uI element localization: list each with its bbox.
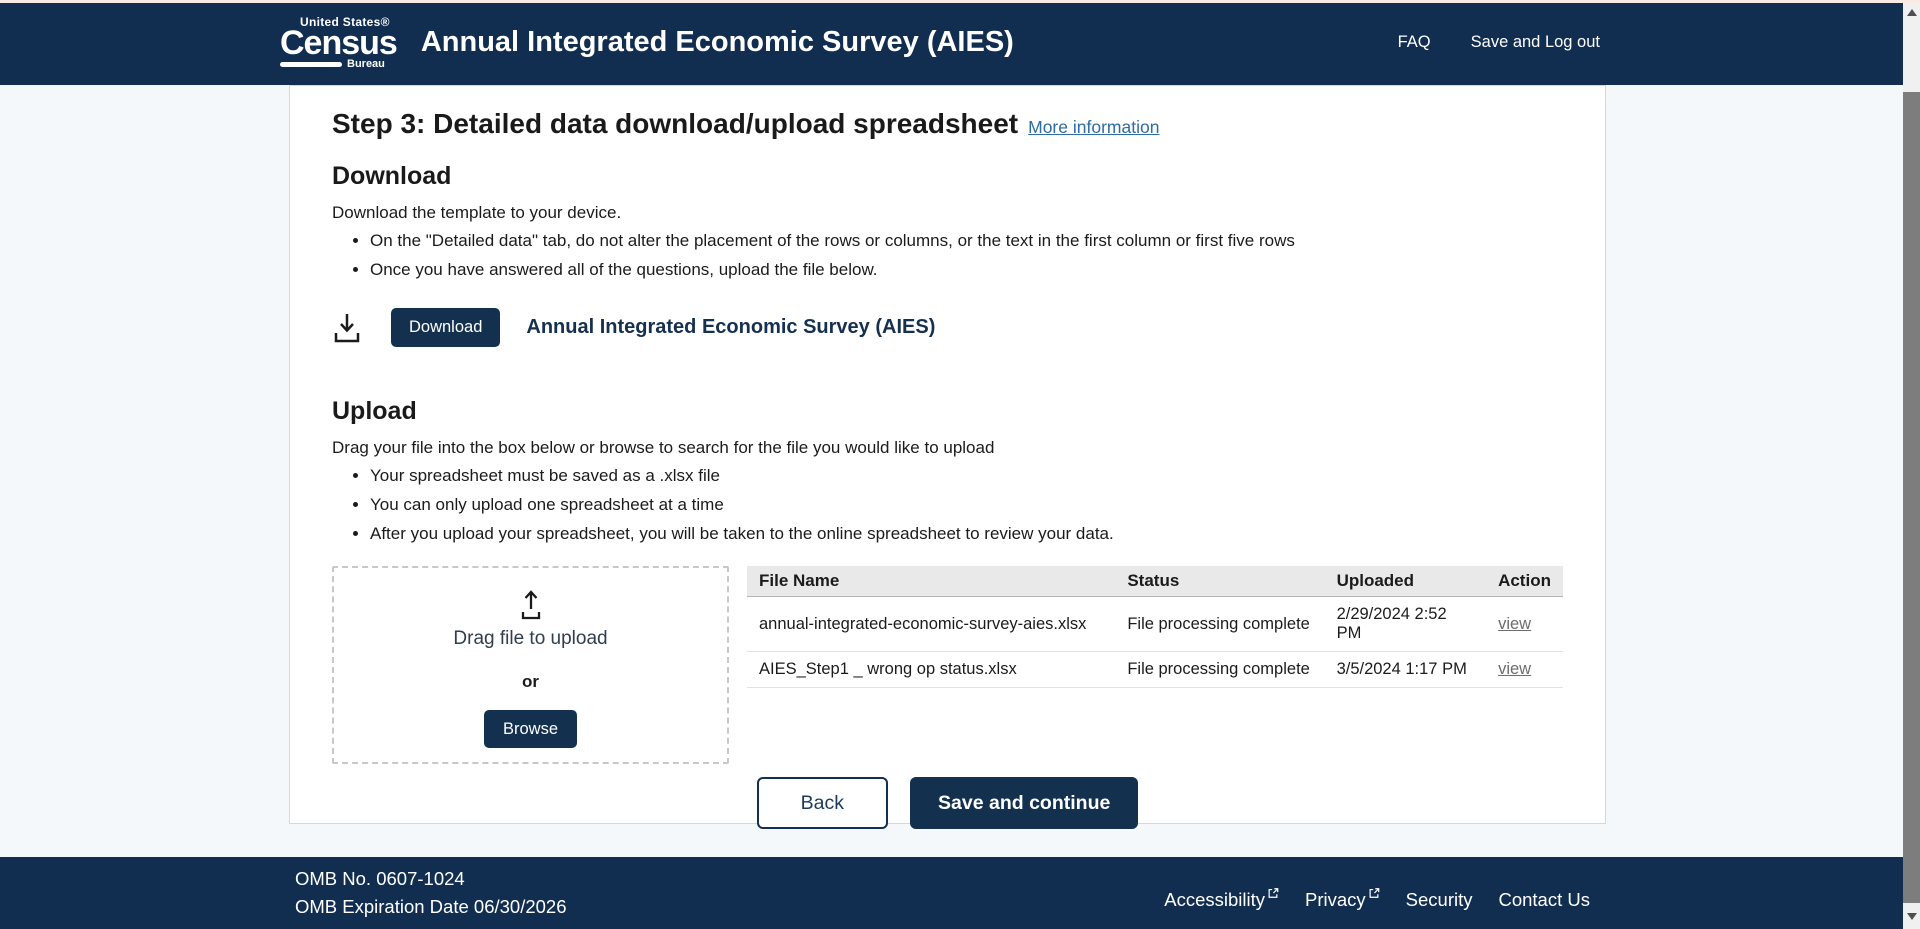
logo-sub-text: Bureau (347, 59, 385, 70)
download-intro: Download the template to your device. (332, 203, 1563, 223)
scroll-up-button[interactable] (1903, 4, 1920, 21)
col-header-action: Action (1486, 566, 1563, 597)
col-header-file-name: File Name (747, 566, 1115, 597)
download-file-label: Annual Integrated Economic Survey (AIES) (526, 316, 935, 339)
cell-uploaded: 3/5/2024 1:17 PM (1325, 652, 1487, 688)
scrollbar[interactable] (1903, 0, 1920, 929)
app-header: United States® Census Bureau Annual Inte… (0, 0, 1903, 85)
upload-icon (516, 588, 546, 622)
external-link-icon (1267, 887, 1279, 899)
or-label: or (522, 672, 539, 692)
arrow-up-icon (1907, 9, 1917, 16)
table-row: annual-integrated-economic-survey-aies.x… (747, 597, 1563, 652)
download-heading: Download (332, 162, 1563, 191)
logo-bar (280, 62, 342, 67)
download-button[interactable]: Download (391, 308, 500, 347)
omb-expiration-date: OMB Expiration Date 06/30/2026 (295, 893, 567, 921)
uploaded-files-table-wrap: File Name Status Uploaded Action annual-… (747, 566, 1563, 764)
security-label: Security (1406, 889, 1473, 911)
census-logo[interactable]: United States® Census Bureau (280, 16, 397, 70)
back-button[interactable]: Back (757, 777, 888, 829)
cell-file-name: AIES_Step1 _ wrong op status.xlsx (747, 652, 1115, 688)
page-title: Step 3: Detailed data download/upload sp… (332, 108, 1018, 140)
content-card: Step 3: Detailed data download/upload sp… (289, 85, 1606, 824)
external-link-icon (1368, 887, 1380, 899)
scrollbar-thumb[interactable] (1903, 92, 1920, 903)
download-bullet: On the "Detailed data" tab, do not alter… (370, 229, 1563, 254)
upload-bullet: Your spreadsheet must be saved as a .xls… (370, 464, 1563, 489)
logo-main-text: Census (280, 26, 397, 60)
cell-status: File processing complete (1115, 597, 1324, 652)
cell-file-name: annual-integrated-economic-survey-aies.x… (747, 597, 1115, 652)
table-header-row: File Name Status Uploaded Action (747, 566, 1563, 597)
app-footer: OMB No. 0607-1024 OMB Expiration Date 06… (0, 857, 1903, 929)
top-strip (0, 0, 1920, 3)
upload-intro: Drag your file into the box below or bro… (332, 438, 1563, 458)
file-dropzone[interactable]: Drag file to upload or Browse (332, 566, 729, 764)
upload-bullets: Your spreadsheet must be saved as a .xls… (332, 464, 1563, 546)
upload-area: Drag file to upload or Browse File Name … (332, 566, 1563, 764)
accessibility-label: Accessibility (1164, 889, 1265, 911)
download-icon (332, 311, 364, 345)
arrow-down-icon (1907, 913, 1917, 920)
save-and-continue-button[interactable]: Save and continue (910, 777, 1138, 829)
drag-file-label: Drag file to upload (453, 628, 607, 650)
col-header-uploaded: Uploaded (1325, 566, 1487, 597)
security-link[interactable]: Security (1406, 889, 1473, 911)
download-bullets: On the "Detailed data" tab, do not alter… (332, 229, 1563, 282)
omb-number: OMB No. 0607-1024 (295, 865, 567, 893)
cell-status: File processing complete (1115, 652, 1324, 688)
save-and-logout-link[interactable]: Save and Log out (1471, 33, 1600, 52)
app-title: Annual Integrated Economic Survey (AIES) (421, 26, 1014, 59)
header-nav: FAQ Save and Log out (1398, 33, 1600, 52)
upload-bullet: You can only upload one spreadsheet at a… (370, 493, 1563, 518)
upload-heading: Upload (332, 397, 1563, 426)
actions-row: Back Save and continue (332, 777, 1563, 829)
contact-us-label: Contact Us (1498, 889, 1590, 911)
privacy-label: Privacy (1305, 889, 1366, 911)
omb-info: OMB No. 0607-1024 OMB Expiration Date 06… (295, 865, 567, 921)
download-bullet: Once you have answered all of the questi… (370, 258, 1563, 283)
uploaded-files-table: File Name Status Uploaded Action annual-… (747, 566, 1563, 688)
download-row: Download Annual Integrated Economic Surv… (332, 308, 1563, 347)
browse-button[interactable]: Browse (484, 710, 577, 748)
view-link[interactable]: view (1498, 615, 1531, 633)
table-row: AIES_Step1 _ wrong op status.xlsx File p… (747, 652, 1563, 688)
contact-us-link[interactable]: Contact Us (1498, 889, 1590, 911)
privacy-link[interactable]: Privacy (1305, 889, 1380, 911)
faq-link[interactable]: FAQ (1398, 33, 1431, 52)
more-information-link[interactable]: More information (1028, 117, 1159, 138)
view-link[interactable]: view (1498, 660, 1531, 678)
cell-uploaded: 2/29/2024 2:52 PM (1325, 597, 1487, 652)
upload-bullet: After you upload your spreadsheet, you w… (370, 522, 1563, 547)
accessibility-link[interactable]: Accessibility (1164, 889, 1279, 911)
col-header-status: Status (1115, 566, 1324, 597)
footer-nav: Accessibility Privacy Security C (1164, 889, 1590, 911)
scroll-down-button[interactable] (1903, 908, 1920, 925)
